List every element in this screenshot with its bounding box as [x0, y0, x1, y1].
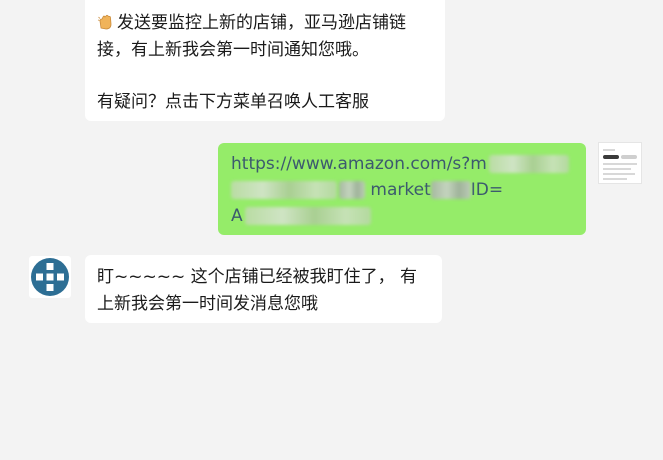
message-text: 有疑问？点击下方菜单召唤人工客服 — [97, 92, 369, 112]
link-text[interactable]: ID= — [471, 180, 503, 200]
message-text: 接，有上新我会第一时间通知您哦。 — [97, 40, 369, 60]
link-text[interactable]: market — [370, 180, 430, 200]
redacted-text — [244, 207, 371, 225]
outgoing-link-bubble[interactable]: https://www.amazon.com/s?m market ID= A — [218, 143, 586, 235]
message-text: 上新我会第一时间发消息您哦 — [97, 294, 318, 314]
waving-hand-icon — [97, 10, 117, 37]
bot-avatar[interactable] — [29, 256, 71, 298]
redacted-text — [339, 181, 365, 199]
redacted-text — [231, 181, 337, 199]
user-avatar[interactable] — [598, 142, 642, 184]
message-text: 盯~~~~~ 这个店铺已经被我盯住了， 有 — [97, 267, 418, 287]
redacted-text — [430, 181, 471, 199]
message-text: 发送要监控上新的店铺，亚马逊店铺链 — [117, 13, 406, 33]
bot-avatar-icon — [31, 258, 69, 296]
incoming-message-bubble: 盯~~~~~ 这个店铺已经被我盯住了， 有 上新我会第一时间发消息您哦 — [85, 255, 442, 323]
redacted-text — [488, 155, 569, 173]
link-text[interactable]: https://www.amazon.com/s?m — [231, 154, 487, 174]
link-text[interactable]: A — [231, 206, 243, 226]
incoming-message-bubble: 发送要监控上新的店铺，亚马逊店铺链 接，有上新我会第一时间通知您哦。 有疑问？点… — [85, 0, 445, 121]
